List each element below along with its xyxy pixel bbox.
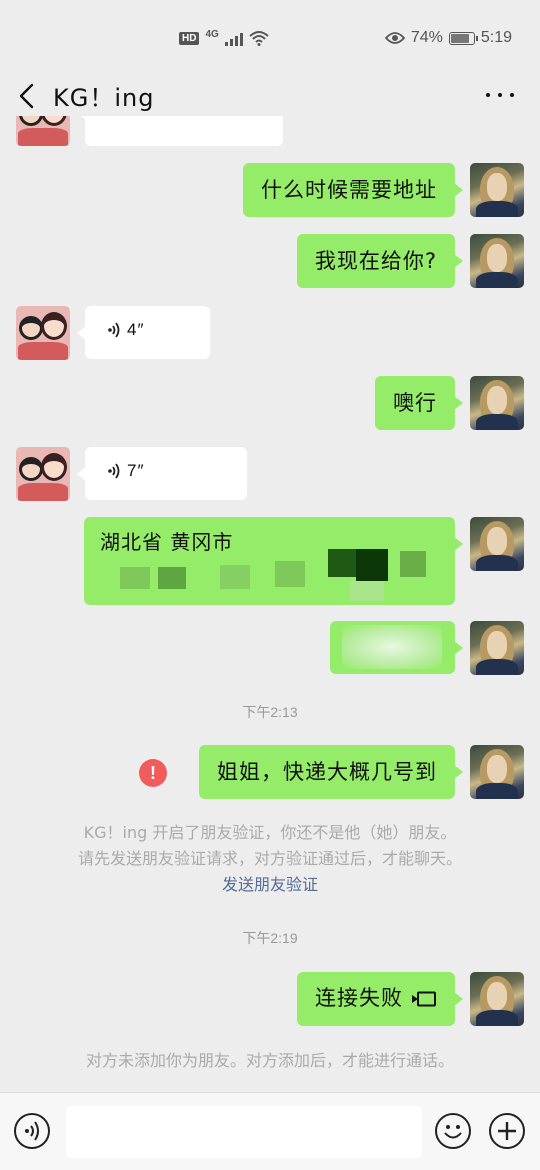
more-dots-icon[interactable] [486, 90, 514, 100]
voice-duration: 7″ [127, 461, 145, 480]
redacted-message-bubble[interactable] [330, 621, 463, 674]
self-avatar[interactable] [470, 376, 524, 430]
message-text: 什么时候需要地址 [261, 178, 437, 202]
timestamp: 下午2:13 [242, 704, 298, 720]
timestamp: 下午2:19 [242, 930, 298, 946]
address-line: 湖北省 黄冈市 [100, 530, 234, 554]
emoji-icon[interactable] [435, 1113, 471, 1149]
hd-badge: HD [179, 31, 200, 45]
message-text: 噢行 [393, 391, 437, 415]
system-message: 对方未添加你为朋友。对方添加后，才能进行通话。 [85, 1051, 454, 1070]
system-message-line: KG！ing 开启了朋友验证，你还不是他（她）朋友。 [83, 823, 457, 842]
message-bubble-self[interactable]: 姐姐，快递大概几号到 [199, 745, 463, 799]
wifi-icon [249, 31, 269, 46]
self-avatar[interactable] [470, 621, 524, 675]
network-type: 4G [205, 28, 219, 40]
message-text: 连接失败 [315, 986, 403, 1011]
status-bar: HD 4G 74% 5:19 [0, 0, 540, 76]
self-avatar[interactable] [470, 745, 524, 799]
eye-icon [384, 32, 405, 44]
address-message-bubble[interactable]: 湖北省 黄冈市 [84, 517, 463, 605]
status-right: 74% 5:19 [384, 29, 512, 47]
battery-fill [450, 33, 469, 43]
voice-input-icon[interactable] [14, 1113, 50, 1149]
input-bar [0, 1092, 540, 1170]
send-failed-icon[interactable]: ! [139, 759, 167, 787]
chat-area[interactable]: 什么时候需要地址 我现在给你? 4″ 噢行 7″ 湖北省 黄冈市 下午2:13 … [0, 116, 540, 1092]
self-avatar[interactable] [470, 234, 524, 288]
battery-percent: 74% [410, 29, 443, 46]
send-verification-link[interactable]: 发送朋友验证 [0, 872, 540, 898]
chevron-left-icon[interactable] [16, 82, 40, 110]
voice-wave-icon [108, 463, 120, 479]
plus-icon[interactable] [489, 1113, 525, 1149]
redacted-text [342, 625, 442, 669]
self-avatar[interactable] [470, 163, 524, 217]
message-bubble-self[interactable]: 噢行 [375, 376, 463, 430]
message-bubble-self[interactable]: 什么时候需要地址 [243, 163, 463, 217]
voice-message-bubble[interactable]: 4″ [77, 306, 210, 359]
contact-avatar[interactable] [16, 447, 70, 501]
video-call-icon [412, 991, 436, 1007]
self-avatar[interactable] [470, 517, 524, 571]
message-text: 姐姐，快递大概几号到 [217, 760, 437, 784]
message-bubble-partial[interactable] [77, 116, 283, 146]
message-input[interactable] [66, 1106, 422, 1158]
battery-icon [448, 31, 478, 45]
message-text: 我现在给你? [314, 249, 437, 273]
contact-avatar[interactable] [16, 306, 70, 360]
voice-message-bubble[interactable]: 7″ [77, 447, 247, 500]
system-message: KG！ing 开启了朋友验证，你还不是他（她）朋友。 请先发送朋友验证请求，对方… [0, 820, 540, 898]
voice-wave-icon [108, 322, 120, 338]
chat-title: KG！ing [53, 84, 155, 112]
redacted-text [100, 549, 440, 601]
signal-icon [224, 31, 243, 46]
message-bubble-self[interactable]: 我现在给你? [296, 234, 464, 288]
clock: 5:19 [480, 29, 512, 46]
chat-header: KG！ing [0, 76, 540, 116]
voice-duration: 4″ [127, 320, 145, 339]
status-left: HD 4G [179, 28, 269, 46]
system-message-line: 请先发送朋友验证请求，对方验证通过后，才能聊天。 [77, 849, 462, 868]
call-failed-bubble[interactable]: 连接失败 [297, 972, 463, 1026]
contact-avatar[interactable] [16, 116, 70, 146]
self-avatar[interactable] [470, 972, 524, 1026]
